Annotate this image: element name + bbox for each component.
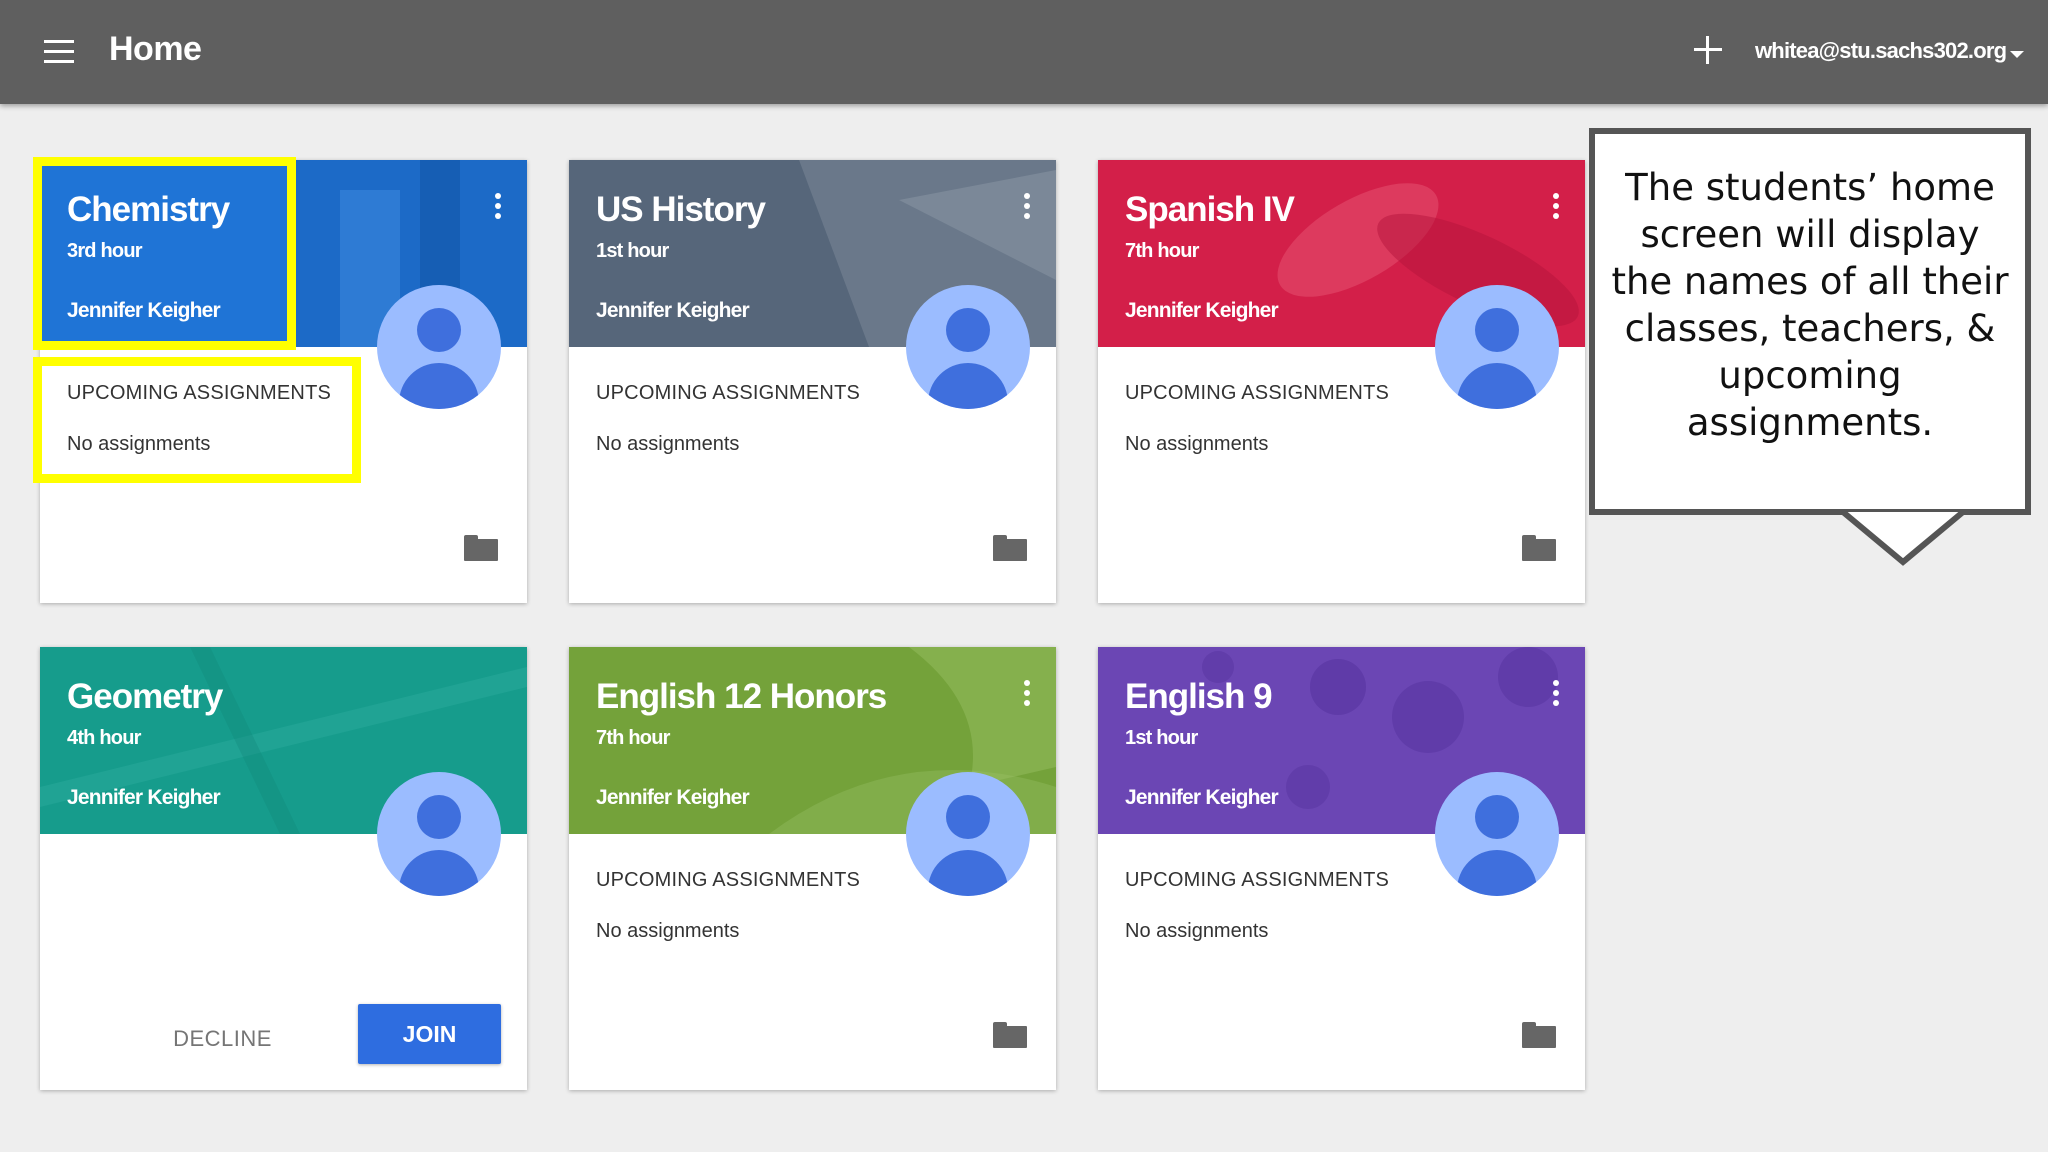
decline-button[interactable]: DECLINE <box>170 1011 275 1067</box>
class-name[interactable]: English 9 <box>1125 677 1273 717</box>
folder-icon[interactable] <box>464 535 498 561</box>
class-teacher: Jennifer Keigher <box>596 786 750 809</box>
upcoming-assignments-label: UPCOMING ASSIGNMENTS <box>1125 869 1390 891</box>
upcoming-assignments-label: UPCOMING ASSIGNMENTS <box>1125 382 1390 404</box>
class-name[interactable]: US History <box>596 190 766 230</box>
class-section: 7th hour <box>596 727 670 749</box>
class-card-english-12-honors[interactable]: English 12 Honors 7th hour Jennifer Keig… <box>569 647 1056 1090</box>
upcoming-assignments-label: UPCOMING ASSIGNMENTS <box>67 382 332 404</box>
class-teacher: Jennifer Keigher <box>596 299 750 322</box>
class-section: 7th hour <box>1125 240 1199 262</box>
account-email[interactable]: whitea@stu.sachs302.org <box>1755 38 2007 64</box>
class-teacher: Jennifer Keigher <box>1125 786 1279 809</box>
class-section: 3rd hour <box>67 240 143 262</box>
class-card-us-history[interactable]: US History 1st hour Jennifer Keigher UPC… <box>569 160 1056 603</box>
class-section: 4th hour <box>67 727 141 749</box>
class-name[interactable]: Spanish IV <box>1125 190 1295 230</box>
page-title: Home <box>109 30 202 68</box>
class-card-english-9[interactable]: English 9 1st hour Jennifer Keigher UPCO… <box>1098 647 1585 1090</box>
more-vert-icon[interactable] <box>1553 680 1561 710</box>
more-vert-icon[interactable] <box>1024 193 1032 223</box>
upcoming-assignments-label: UPCOMING ASSIGNMENTS <box>596 869 861 891</box>
callout-box: The students’ home screen will display t… <box>1589 128 2031 515</box>
teacher-avatar <box>1435 772 1559 896</box>
class-name[interactable]: Chemistry <box>67 190 230 230</box>
add-class-plus-icon[interactable] <box>1694 36 1722 64</box>
folder-icon[interactable] <box>1522 1022 1556 1048</box>
folder-icon[interactable] <box>993 1022 1027 1048</box>
upcoming-assignments-value: No assignments <box>596 920 740 942</box>
join-button[interactable]: JOIN <box>358 1004 501 1064</box>
class-name[interactable]: Geometry <box>67 677 223 717</box>
class-teacher: Jennifer Keigher <box>67 299 221 322</box>
upcoming-assignments-value: No assignments <box>67 433 211 455</box>
class-teacher: Jennifer Keigher <box>67 786 221 809</box>
top-app-bar: Home whitea@stu.sachs302.org <box>0 0 2048 104</box>
class-card-spanish-iv[interactable]: Spanish IV 7th hour Jennifer Keigher UPC… <box>1098 160 1585 603</box>
upcoming-assignments-label: UPCOMING ASSIGNMENTS <box>596 382 861 404</box>
caret-down-icon[interactable] <box>2010 51 2024 58</box>
class-section: 1st hour <box>596 240 669 262</box>
teacher-avatar <box>906 772 1030 896</box>
folder-icon[interactable] <box>993 535 1027 561</box>
upcoming-assignments-value: No assignments <box>1125 920 1269 942</box>
more-vert-icon[interactable] <box>495 193 503 223</box>
class-name[interactable]: English 12 Honors <box>596 677 887 717</box>
callout-tail <box>1841 512 1965 566</box>
teacher-avatar <box>377 772 501 896</box>
teacher-avatar <box>906 285 1030 409</box>
folder-icon[interactable] <box>1522 535 1556 561</box>
class-section: 1st hour <box>1125 727 1198 749</box>
more-vert-icon[interactable] <box>1024 680 1032 710</box>
hamburger-menu-icon[interactable] <box>44 40 74 64</box>
callout-text: The students’ home screen will display t… <box>1611 166 2009 444</box>
more-vert-icon[interactable] <box>1553 193 1561 223</box>
upcoming-assignments-value: No assignments <box>596 433 740 455</box>
teacher-avatar <box>377 285 501 409</box>
class-teacher: Jennifer Keigher <box>1125 299 1279 322</box>
class-card-chemistry[interactable]: Chemistry 3rd hour Jennifer Keigher UPCO… <box>40 160 527 603</box>
teacher-avatar <box>1435 285 1559 409</box>
class-card-geometry[interactable]: Geometry 4th hour Jennifer Keigher DECLI… <box>40 647 527 1090</box>
upcoming-assignments-value: No assignments <box>1125 433 1269 455</box>
